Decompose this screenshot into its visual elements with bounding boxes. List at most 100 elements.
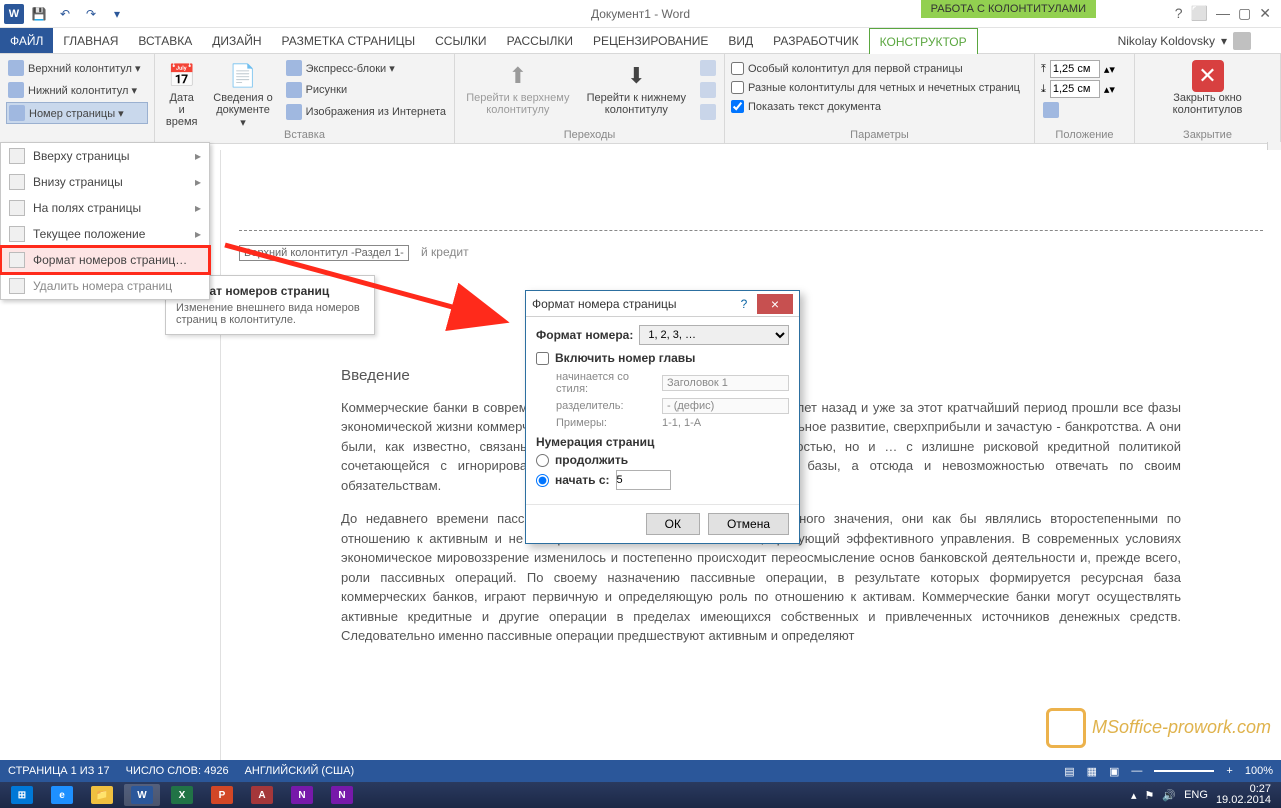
view-print-icon[interactable]: ▦: [1087, 765, 1097, 778]
dialog-close-icon[interactable]: ×: [757, 294, 793, 314]
user-info[interactable]: Nikolay Koldovsky ▾: [1118, 28, 1281, 53]
footer-bottom-field[interactable]: [1050, 80, 1100, 98]
tab-references[interactable]: ССЫЛКИ: [425, 28, 496, 53]
maximize-icon[interactable]: ▢: [1238, 5, 1251, 22]
dialog-help-icon[interactable]: ?: [733, 297, 755, 311]
tray-volume-icon[interactable]: 🔊: [1162, 789, 1176, 802]
tab-design[interactable]: ДИЗАЙН: [202, 28, 271, 53]
undo-icon[interactable]: ↶: [54, 3, 76, 25]
footer-icon: [8, 82, 24, 98]
show-text-checkbox[interactable]: [731, 100, 744, 113]
minimize-icon[interactable]: —: [1216, 5, 1230, 22]
pictures-button[interactable]: Рисунки: [284, 80, 448, 100]
insert-group-label: Вставка: [155, 129, 454, 141]
close-icon[interactable]: ✕: [1259, 5, 1271, 22]
online-pictures-button[interactable]: Изображения из Интернета: [284, 102, 448, 122]
menu-page-margins[interactable]: На полях страницы▸: [1, 195, 209, 221]
menu-top-of-page[interactable]: Вверху страницы▸: [1, 143, 209, 169]
help-icon[interactable]: ?: [1175, 5, 1183, 22]
zoom-slider[interactable]: [1154, 770, 1214, 772]
start-at-radio[interactable]: [536, 474, 549, 487]
quick-parts-button[interactable]: Экспресс-блоки ▾: [284, 58, 448, 78]
menu-remove-page-numbers[interactable]: Удалить номера страниц: [1, 273, 209, 299]
tray-flag-icon[interactable]: ⚑: [1145, 789, 1155, 802]
close-header-footer-button[interactable]: ✕Закрыть окно колонтитулов: [1141, 58, 1274, 118]
quick-parts-icon: [286, 60, 302, 76]
context-tab-group: РАБОТА С КОЛОНТИТУЛАМИ: [921, 0, 1096, 18]
tooltip-body: Изменение внешнего вида номеров страниц …: [176, 302, 364, 326]
access-taskbar-icon[interactable]: A: [244, 784, 280, 806]
header-dropdown[interactable]: Верхний колонтитул ▾: [6, 58, 148, 78]
view-web-icon[interactable]: ▣: [1109, 765, 1119, 778]
ribbon-tabs: ФАЙЛ ГЛАВНАЯ ВСТАВКА ДИЗАЙН РАЗМЕТКА СТР…: [0, 28, 1281, 54]
margins-icon: [9, 200, 25, 216]
tab-review[interactable]: РЕЦЕНЗИРОВАНИЕ: [583, 28, 718, 53]
tab-layout[interactable]: РАЗМЕТКА СТРАНИЦЫ: [272, 28, 426, 53]
status-bar: СТРАНИЦА 1 ИЗ 17 ЧИСЛО СЛОВ: 4926 АНГЛИЙ…: [0, 760, 1281, 782]
tray-lang[interactable]: ENG: [1184, 789, 1208, 801]
tab-insert[interactable]: ВСТАВКА: [128, 28, 202, 53]
view-read-icon[interactable]: ▤: [1064, 765, 1074, 778]
menu-format-page-numbers[interactable]: Формат номеров страниц…: [1, 247, 209, 273]
word-taskbar-icon[interactable]: W: [124, 784, 160, 806]
tab-home[interactable]: ГЛАВНАЯ: [53, 28, 128, 53]
onenote-taskbar-icon[interactable]: N: [284, 784, 320, 806]
first-page-checkbox[interactable]: [731, 62, 744, 75]
header-section-tag: Верхний колонтитул -Раздел 1-: [239, 245, 409, 261]
cancel-button[interactable]: Отмена: [708, 513, 789, 535]
word-app-icon: W: [4, 4, 24, 24]
ie-taskbar-icon[interactable]: e: [44, 784, 80, 806]
save-icon[interactable]: 💾: [28, 3, 50, 25]
goto-footer-button[interactable]: ⬇Перейти к нижнему колонтитулу: [581, 58, 692, 118]
include-chapter-checkbox[interactable]: [536, 352, 549, 365]
zoom-value[interactable]: 100%: [1245, 765, 1273, 777]
zoom-in-icon[interactable]: +: [1226, 765, 1232, 777]
tab-view[interactable]: ВИД: [718, 28, 763, 53]
windows-taskbar: ⊞ e 📁 W X P A N N ▴ ⚑ 🔊 ENG 0:27 19.02.2…: [0, 782, 1281, 808]
nav-group-label: Переходы: [455, 129, 724, 141]
start-at-field[interactable]: [616, 470, 671, 490]
status-lang[interactable]: АНГЛИЙСКИЙ (США): [245, 765, 355, 777]
header-top-field[interactable]: [1050, 60, 1100, 78]
bottom-page-icon: [9, 174, 25, 190]
status-page[interactable]: СТРАНИЦА 1 ИЗ 17: [8, 765, 110, 777]
tray-date[interactable]: 19.02.2014: [1216, 795, 1271, 806]
align-tab-button[interactable]: [1041, 100, 1128, 120]
tab-developer[interactable]: РАЗРАБОТЧИК: [763, 28, 869, 53]
odd-even-checkbox[interactable]: [731, 81, 744, 94]
start-button[interactable]: ⊞: [4, 784, 40, 806]
menu-current-position[interactable]: Текущее положение▸: [1, 221, 209, 247]
status-words[interactable]: ЧИСЛО СЛОВ: 4926: [126, 765, 229, 777]
tab-file[interactable]: ФАЙЛ: [0, 28, 53, 53]
window-controls: ? ⬜ — ▢ ✕: [1175, 5, 1281, 22]
page-number-menu: Вверху страницы▸ Внизу страницы▸ На поля…: [0, 142, 210, 300]
onenote2-taskbar-icon[interactable]: N: [324, 784, 360, 806]
tab-mailings[interactable]: РАССЫЛКИ: [497, 28, 583, 53]
zoom-out-icon[interactable]: —: [1131, 765, 1142, 777]
online-pictures-icon: [286, 104, 302, 120]
ribbon-options-icon[interactable]: ⬜: [1191, 5, 1208, 22]
redo-icon[interactable]: ↷: [80, 3, 102, 25]
ok-button[interactable]: ОК: [646, 513, 700, 535]
footer-dropdown[interactable]: Нижний колонтитул ▾: [6, 80, 148, 100]
date-time-button[interactable]: 📅Дата и время: [161, 58, 202, 130]
excel-taskbar-icon[interactable]: X: [164, 784, 200, 806]
powerpoint-taskbar-icon[interactable]: P: [204, 784, 240, 806]
tray-arrow-icon[interactable]: ▴: [1131, 789, 1137, 802]
margin-bottom-icon: ⤓: [1041, 83, 1046, 96]
qat-more-icon[interactable]: ▾: [106, 3, 128, 25]
next-section-button: [698, 80, 718, 100]
close-group-label: Закрытие: [1135, 129, 1280, 141]
page-number-dropdown[interactable]: Номер страницы ▾: [6, 102, 148, 124]
goto-footer-icon: ⬇: [620, 60, 652, 92]
tab-constructor[interactable]: КОНСТРУКТОР: [869, 28, 978, 54]
doc-info-button[interactable]: 📄Сведения о документе ▾: [208, 58, 277, 131]
continue-radio[interactable]: [536, 454, 549, 467]
quick-access-toolbar: W 💾 ↶ ↷ ▾: [0, 3, 128, 25]
margin-top-icon: ⤒: [1041, 63, 1046, 76]
menu-bottom-of-page[interactable]: Внизу страницы▸: [1, 169, 209, 195]
document-title: Документ1 - Word: [591, 7, 690, 21]
explorer-taskbar-icon[interactable]: 📁: [84, 784, 120, 806]
page-number-format-dialog: Формат номера страницы ? × Формат номера…: [525, 290, 800, 544]
format-select[interactable]: 1, 2, 3, …: [639, 325, 789, 345]
